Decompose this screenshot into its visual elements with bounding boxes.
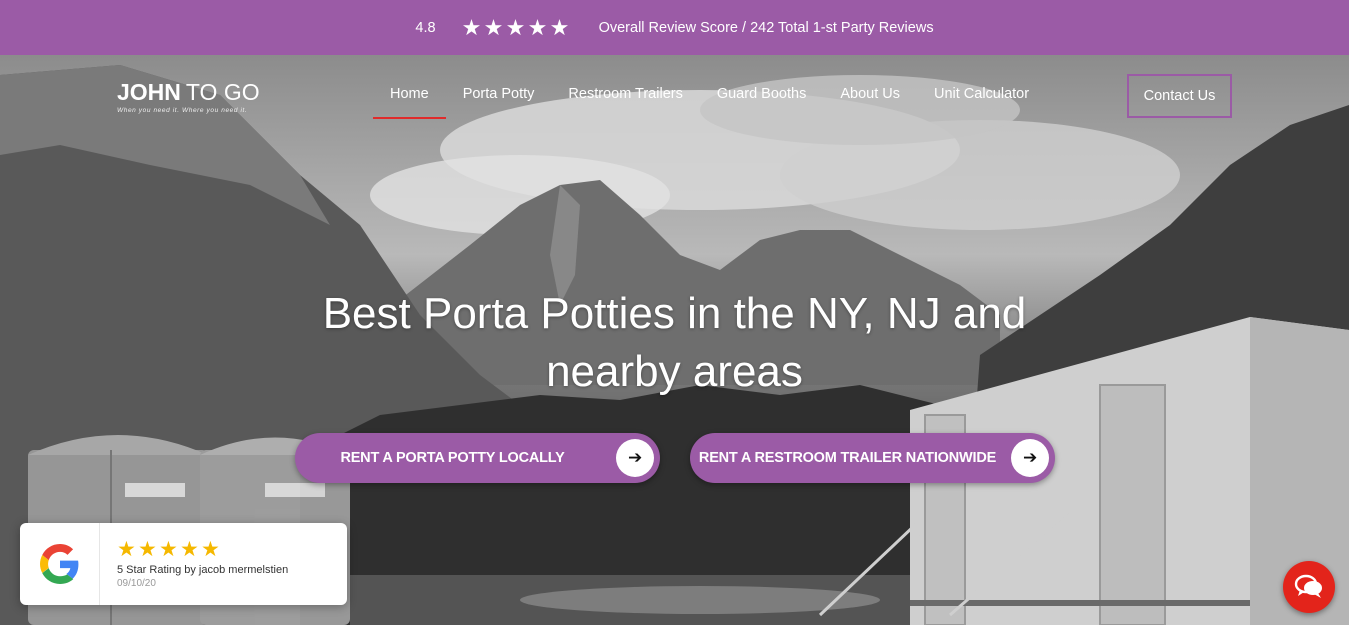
nav-item-unit-calculator[interactable]: Unit Calculator bbox=[917, 86, 1046, 102]
arrow-right-icon: ➔ bbox=[1011, 439, 1049, 477]
google-review-card[interactable]: ★ ★ ★ ★ ★ 5 Star Rating by jacob mermels… bbox=[20, 523, 347, 605]
hero-section: JOHN TO GO When you need it. Where you ne… bbox=[0, 55, 1349, 625]
main-nav: Home Porta Potty Restroom Trailers Guard… bbox=[373, 86, 1046, 119]
star-icon: ★ bbox=[159, 538, 178, 561]
star-icon: ★ bbox=[201, 538, 220, 561]
review-rating-text: 5 Star Rating by jacob mermelstien bbox=[117, 564, 288, 576]
rating-stars: ★ ★ ★ ★ ★ bbox=[117, 539, 288, 560]
star-icon: ★ bbox=[117, 538, 136, 561]
logo-text-light: TO GO bbox=[185, 79, 260, 105]
nav-item-restroom-trailers[interactable]: Restroom Trailers bbox=[551, 86, 699, 102]
rent-porta-potty-locally-button[interactable]: RENT A PORTA POTTY LOCALLY ➔ bbox=[295, 433, 660, 483]
star-icon: ★ bbox=[461, 14, 482, 40]
logo-text-bold: JOHN bbox=[117, 79, 181, 105]
review-stars: ★ ★ ★ ★ ★ bbox=[461, 14, 570, 40]
rent-restroom-trailer-nationwide-button[interactable]: RENT A RESTROOM TRAILER NATIONWIDE ➔ bbox=[690, 433, 1055, 483]
rating-label: 5 Star Rating bbox=[117, 564, 182, 576]
site-logo[interactable]: JOHN TO GO When you need it. Where you ne… bbox=[117, 79, 260, 115]
google-g-icon bbox=[20, 523, 100, 605]
nav-item-about-us[interactable]: About Us bbox=[823, 86, 917, 102]
cta-label: RENT A RESTROOM TRAILER NATIONWIDE bbox=[698, 450, 997, 466]
star-icon: ★ bbox=[138, 538, 157, 561]
star-icon: ★ bbox=[180, 538, 199, 561]
hero-headline-line1: Best Porta Potties in the NY, NJ and bbox=[322, 289, 1027, 338]
review-bar: 4.8 ★ ★ ★ ★ ★ Overall Review Score / 242… bbox=[0, 0, 1349, 55]
review-score: 4.8 bbox=[415, 19, 436, 36]
reviewer-name: by jacob mermelstien bbox=[181, 564, 289, 576]
review-summary: Overall Review Score / 242 Total 1-st Pa… bbox=[598, 19, 934, 36]
hero-headline-line2: nearby areas bbox=[546, 347, 803, 396]
contact-us-button[interactable]: Contact Us bbox=[1127, 74, 1232, 118]
cta-label: RENT A PORTA POTTY LOCALLY bbox=[340, 450, 565, 466]
nav-item-home[interactable]: Home bbox=[373, 86, 446, 119]
chat-button[interactable] bbox=[1283, 561, 1335, 613]
nav-item-guard-booths[interactable]: Guard Booths bbox=[700, 86, 823, 102]
star-icon: ★ bbox=[527, 14, 548, 40]
star-icon: ★ bbox=[549, 14, 570, 40]
arrow-right-icon: ➔ bbox=[616, 439, 654, 477]
review-date: 09/10/20 bbox=[117, 578, 156, 589]
review-body: ★ ★ ★ ★ ★ 5 Star Rating by jacob mermels… bbox=[100, 539, 288, 589]
nav-item-porta-potty[interactable]: Porta Potty bbox=[446, 86, 552, 102]
star-icon: ★ bbox=[505, 14, 526, 40]
hero-headline: Best Porta Potties in the NY, NJ and nea… bbox=[0, 285, 1349, 401]
chat-bubbles-icon bbox=[1294, 574, 1322, 598]
star-icon: ★ bbox=[483, 14, 504, 40]
logo-tagline: When you need it. Where you need it. bbox=[117, 107, 248, 114]
